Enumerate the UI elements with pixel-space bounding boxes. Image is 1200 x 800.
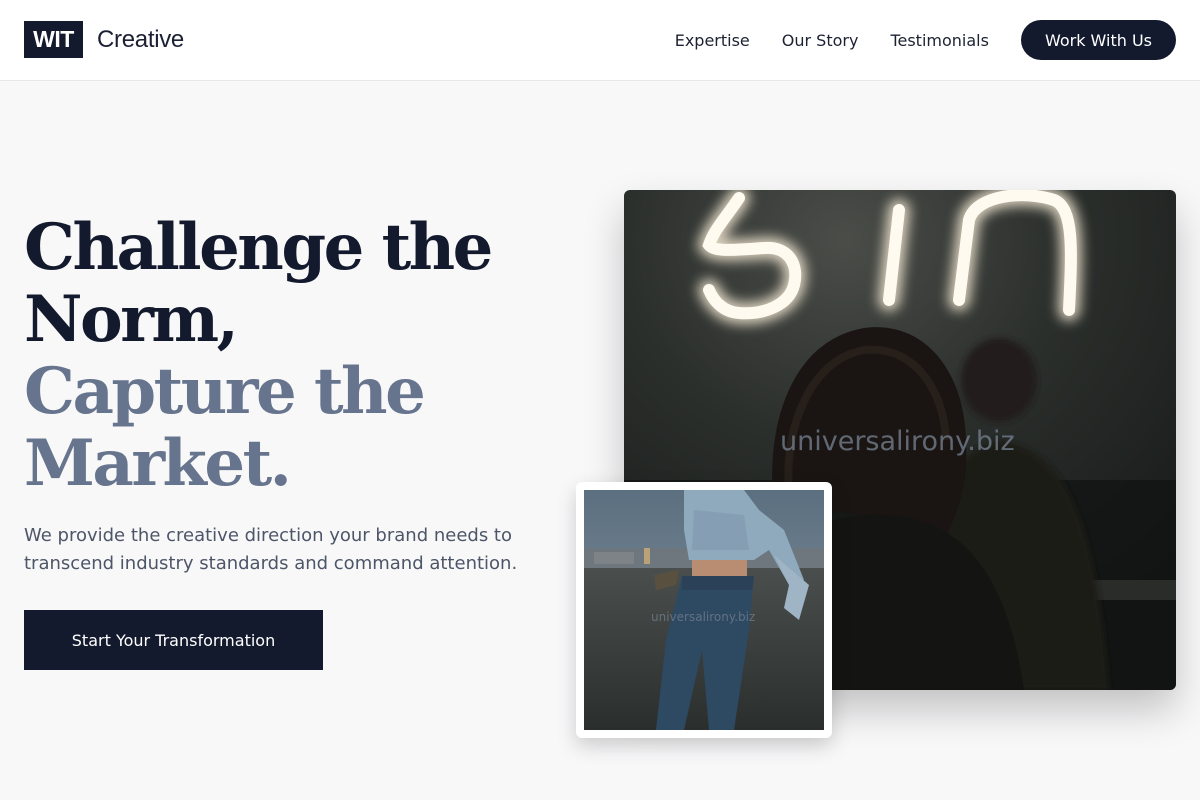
headline-line-3: Capture the [24,354,426,429]
headline-line-1: Challenge the [24,210,493,285]
headline-line-2: Norm, [24,282,239,357]
denim-photo [584,490,824,730]
site-header: WIT Creative Expertise Our Story Testimo… [0,0,1200,81]
headline-line-4: Market. [24,426,292,501]
hero-thumb-image: universalirony.biz [576,482,832,738]
logo-text: Creative [97,25,184,53]
logo[interactable]: WIT Creative [24,21,184,58]
nav-link-our-story[interactable]: Our Story [782,31,859,50]
logo-mark: WIT [24,21,83,58]
nav-link-expertise[interactable]: Expertise [675,31,750,50]
work-with-us-button[interactable]: Work With Us [1020,20,1176,60]
nav-link-testimonials[interactable]: Testimonials [890,31,989,50]
hero-subtext: We provide the creative direction your b… [24,525,518,574]
main-nav: Expertise Our Story Testimonials Work Wi… [675,20,1176,60]
hero-headline: Challenge the Norm, Capture the Market. [24,210,493,501]
start-transformation-button[interactable]: Start Your Transformation [24,610,323,670]
